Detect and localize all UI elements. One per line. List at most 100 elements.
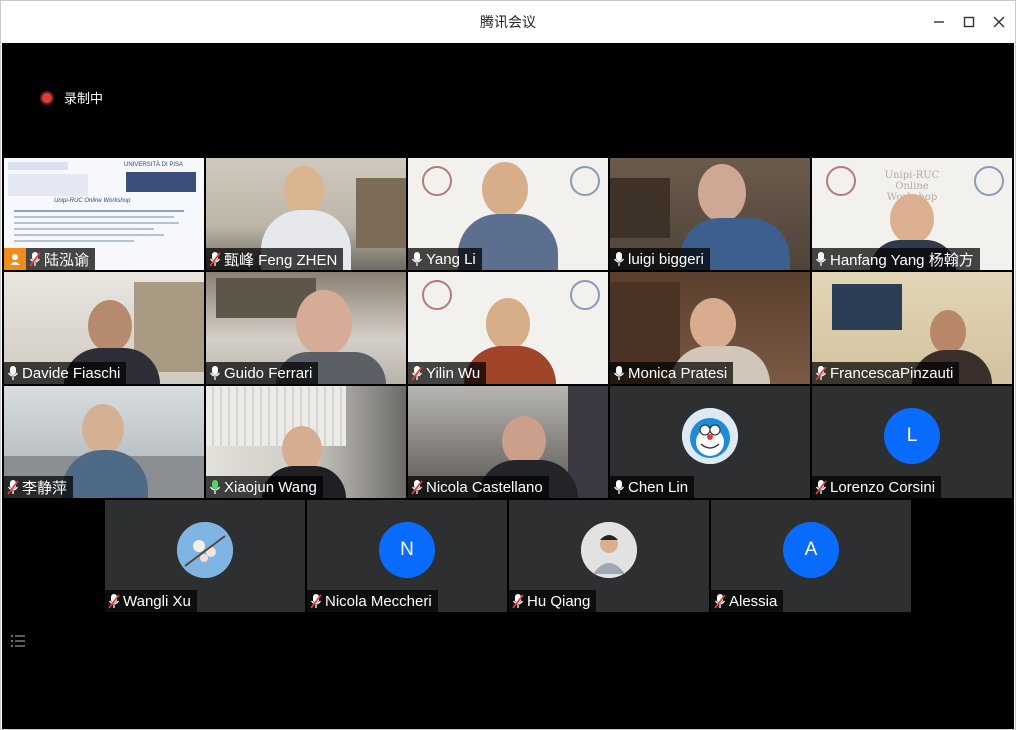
university-seal-icon [570, 280, 600, 310]
mic-muted-icon [411, 366, 423, 381]
slide-text-line [14, 210, 184, 212]
user-icon [10, 254, 20, 265]
participant-name: Xiaojun Wang [224, 478, 317, 496]
mic-muted-icon [7, 480, 19, 495]
participant-tile[interactable]: 李静萍 [4, 386, 204, 498]
university-label: UNIVERSITÀ DI PISA [124, 162, 184, 168]
participant-tile[interactable]: L Lorenzo Corsini [812, 386, 1012, 498]
avatar: A [783, 522, 839, 578]
mic-muted-icon [714, 594, 726, 609]
participant-tile[interactable]: N Nicola Meccheri [307, 500, 507, 612]
participant-name: Monica Pratesi [628, 364, 728, 382]
participant-tile[interactable]: Hu Qiang [509, 500, 709, 612]
university-seal-icon [570, 166, 600, 196]
recording-indicator[interactable]: 录制中 [42, 88, 103, 107]
mic-icon [613, 480, 625, 494]
participant-tile[interactable]: Yilin Wu [408, 272, 608, 384]
maximize-button[interactable] [958, 11, 980, 33]
person-head [88, 300, 132, 352]
slide-text-line [14, 216, 174, 218]
person-head [930, 310, 966, 354]
avatar: N [379, 522, 435, 578]
slide-logos [8, 174, 88, 196]
participant-list-button[interactable] [10, 633, 26, 649]
university-seal-icon [826, 166, 856, 196]
participant-name: Guido Ferrari [224, 364, 313, 382]
person-head [890, 194, 934, 244]
participant-tile[interactable]: Wangli Xu [105, 500, 305, 612]
participant-name: FrancescaPinzauti [830, 364, 954, 382]
maximize-icon [963, 16, 975, 28]
avatar [177, 522, 233, 578]
participant-tile[interactable]: Guido Ferrari [206, 272, 406, 384]
participant-name-tag: 陆泓谕 [26, 248, 96, 270]
participant-tile[interactable]: Chen Lin [610, 386, 810, 498]
person-head [82, 404, 124, 454]
participant-name: luigi biggeri [628, 250, 704, 268]
mic-muted-icon [209, 252, 221, 267]
participant-name-tag: Lorenzo Corsini [812, 476, 942, 498]
mic-muted-icon [310, 594, 322, 609]
participant-name: Hu Qiang [527, 592, 591, 610]
mic-muted-icon [411, 480, 423, 495]
participant-tile[interactable]: Monica Pratesi [610, 272, 810, 384]
participant-tile[interactable]: Yang Li [408, 158, 608, 270]
participant-tile[interactable]: 甄峰 Feng ZHEN [206, 158, 406, 270]
avatar [682, 408, 738, 464]
avatar-letter: L [906, 425, 918, 446]
participant-name-tag: Hu Qiang [509, 590, 597, 612]
participant-name: 李静萍 [22, 479, 68, 497]
participant-tile[interactable]: Davide Fiaschi [4, 272, 204, 384]
avatar: L [884, 408, 940, 464]
person-head [486, 298, 530, 350]
slide-partner-logo [126, 172, 196, 192]
avatar-letter: N [400, 539, 414, 560]
slide-text-line [14, 234, 164, 236]
participant-tile[interactable]: A Alessia [711, 500, 911, 612]
participant-tile[interactable]: luigi biggeri [610, 158, 810, 270]
participant-name: Yang Li [426, 250, 476, 268]
participant-tile[interactable]: Nicola Castellano [408, 386, 608, 498]
minimize-button[interactable] [928, 11, 950, 33]
mic-active-icon [209, 480, 221, 494]
bookshelf [610, 282, 680, 372]
bookshelf [610, 178, 670, 238]
participant-name: Lorenzo Corsini [830, 478, 936, 496]
close-button[interactable] [988, 11, 1010, 33]
meeting-stage: 录制中 UNIVERSITÀ DI PISA Unipi-RUC Online … [2, 43, 1014, 729]
list-icon [11, 635, 25, 647]
person-head [284, 166, 324, 214]
participant-name-tag: Nicola Castellano [408, 476, 549, 498]
window-title: 腾讯会议 [480, 14, 536, 30]
mic-muted-icon [815, 480, 827, 495]
participant-name-tag: Wangli Xu [105, 590, 197, 612]
participant-name-tag: Hanfang Yang 杨翰方 [812, 248, 980, 270]
person-head [482, 162, 528, 216]
participant-name-tag: 李静萍 [4, 476, 74, 498]
participant-name-tag: 甄峰 Feng ZHEN [206, 248, 344, 270]
flower-avatar-icon [177, 522, 233, 578]
participant-name-tag: Yilin Wu [408, 362, 487, 384]
profile-photo-icon [581, 522, 637, 578]
slide-heading: Unipi-RUC Online Workshop [54, 198, 131, 204]
watermark-line1: Unipi-RUC [884, 170, 940, 181]
participant-name: Wangli Xu [123, 592, 191, 610]
participant-name: Yilin Wu [426, 364, 481, 382]
university-seal-icon [422, 166, 452, 196]
participant-name-tag: Xiaojun Wang [206, 476, 323, 498]
recording-dot-icon [42, 92, 52, 103]
mic-icon [815, 252, 827, 266]
participant-tile[interactable]: Unipi-RUCOnline Workshop Hanfang Yang 杨翰… [812, 158, 1012, 270]
recording-label: 录制中 [64, 91, 104, 106]
mic-icon [411, 252, 423, 266]
slide-text-line [14, 240, 134, 242]
mic-icon [613, 252, 625, 266]
participant-name-tag: Chen Lin [610, 476, 695, 498]
slide-logo-block [8, 162, 68, 170]
participant-name: Chen Lin [628, 478, 689, 496]
shared-screen-tile[interactable]: UNIVERSITÀ DI PISA Unipi-RUC Online Work… [4, 158, 204, 270]
close-icon [993, 16, 1005, 28]
mic-muted-icon [108, 594, 120, 609]
participant-tile[interactable]: Xiaojun Wang [206, 386, 406, 498]
participant-tile[interactable]: FrancescaPinzauti [812, 272, 1012, 384]
